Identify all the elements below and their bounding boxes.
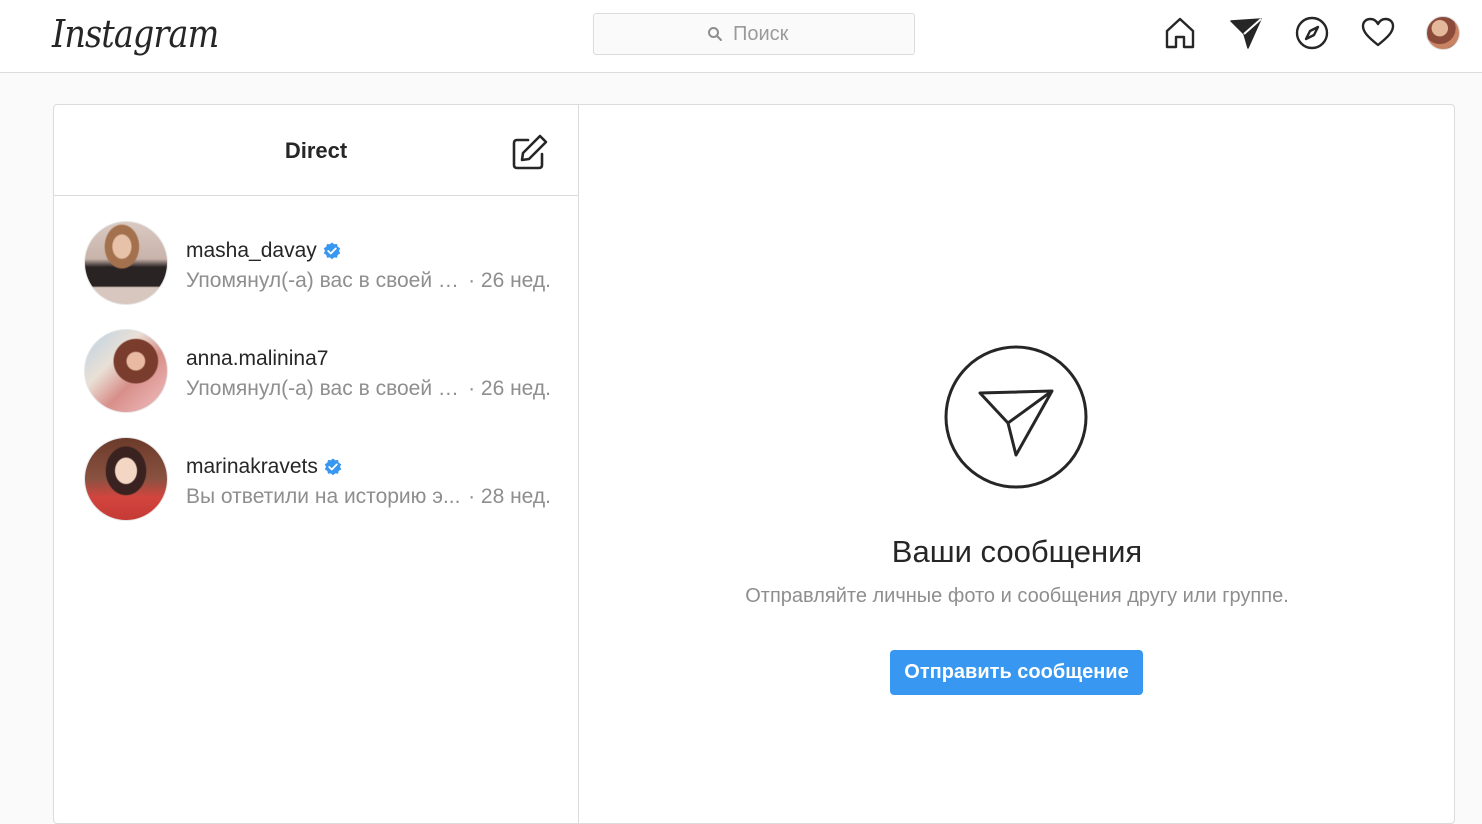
- thread-username: masha_davay: [186, 239, 317, 262]
- threads-column: Direct masha_davay Упомянул(-а) вас в св…: [54, 105, 579, 823]
- thread-username: anna.malinina7: [186, 347, 329, 370]
- send-message-button[interactable]: Отправить сообщение: [890, 650, 1143, 695]
- thread-time: · 28 нед.: [468, 485, 551, 508]
- empty-state-title: Ваши сообщения: [891, 534, 1143, 569]
- direct-icon[interactable]: [1228, 15, 1264, 51]
- instagram-logo[interactable]: Instagram: [52, 10, 219, 58]
- direct-header: Direct: [54, 105, 578, 196]
- verified-badge-icon: [323, 242, 341, 260]
- empty-state-subtitle: Отправляйте личные фото и сообщения друг…: [745, 585, 1289, 607]
- avatar: [84, 437, 168, 521]
- thread-item[interactable]: marinakravets Вы ответили на историю э..…: [54, 425, 578, 533]
- new-message-icon[interactable]: [510, 132, 550, 172]
- thread-time: · 26 нед.: [468, 377, 551, 400]
- thread-preview: Вы ответили на историю э...: [186, 485, 461, 508]
- thread-item[interactable]: masha_davay Упомянул(-а) вас в своей и..…: [54, 209, 578, 317]
- thread-preview: Упомянул(-а) вас в своей и...: [186, 377, 463, 400]
- search-icon: [707, 26, 723, 42]
- top-navigation-bar: Instagram: [0, 0, 1482, 73]
- heart-icon[interactable]: [1360, 15, 1396, 51]
- thread-time: · 26 нед.: [468, 269, 551, 292]
- nav-icons: [1162, 15, 1460, 51]
- profile-avatar[interactable]: [1426, 16, 1460, 50]
- thread-username: marinakravets: [186, 455, 318, 478]
- avatar: [84, 329, 168, 413]
- explore-icon[interactable]: [1294, 15, 1330, 51]
- direct-panel: Direct masha_davay Упомянул(-а) вас в св…: [53, 104, 1455, 824]
- thread-preview: Упомянул(-а) вас в своей и...: [186, 269, 463, 292]
- avatar: [84, 221, 168, 305]
- home-icon[interactable]: [1162, 15, 1198, 51]
- search-box[interactable]: [593, 13, 915, 55]
- verified-badge-icon: [324, 458, 342, 476]
- search-input[interactable]: [731, 21, 801, 47]
- direct-title: Direct: [284, 138, 348, 163]
- thread-item[interactable]: anna.malinina7 Упомянул(-а) вас в своей …: [54, 317, 578, 425]
- direct-empty-state-icon: [944, 345, 1088, 489]
